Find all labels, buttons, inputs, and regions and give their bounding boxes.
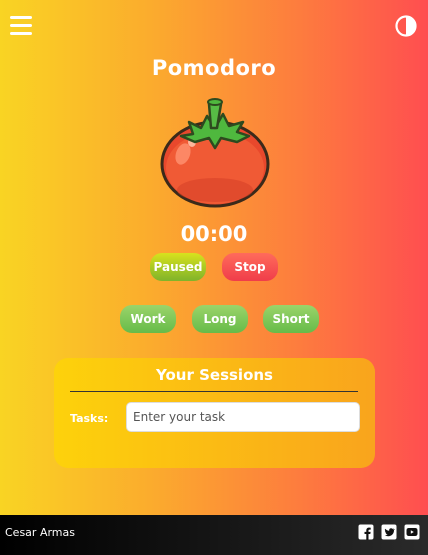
- menu-button[interactable]: [10, 16, 32, 36]
- task-input[interactable]: [126, 402, 360, 432]
- timer-display: 00:00: [180, 222, 248, 246]
- work-mode-button[interactable]: Work: [120, 305, 176, 333]
- app-title: Pomodoro: [151, 56, 277, 80]
- youtube-icon[interactable]: [404, 524, 420, 540]
- sessions-title: Your Sessions: [156, 366, 273, 384]
- menu-bar: [10, 16, 32, 19]
- paused-button[interactable]: Paused: [150, 253, 206, 281]
- twitter-icon[interactable]: [381, 524, 397, 540]
- sessions-divider: [70, 391, 358, 392]
- author-name: Cesar Armas: [5, 526, 75, 539]
- contrast-toggle-icon[interactable]: [395, 15, 417, 37]
- long-break-button[interactable]: Long: [192, 305, 248, 333]
- short-break-button[interactable]: Short: [263, 305, 319, 333]
- menu-bar: [10, 24, 32, 27]
- stop-button[interactable]: Stop: [222, 253, 278, 281]
- footer: Cesar Armas: [0, 515, 428, 555]
- facebook-icon[interactable]: [358, 524, 374, 540]
- menu-bar: [10, 32, 32, 35]
- tomato-icon: [160, 98, 270, 208]
- sessions-panel: Your Sessions Tasks:: [54, 358, 375, 468]
- tasks-label: Tasks:: [70, 412, 109, 425]
